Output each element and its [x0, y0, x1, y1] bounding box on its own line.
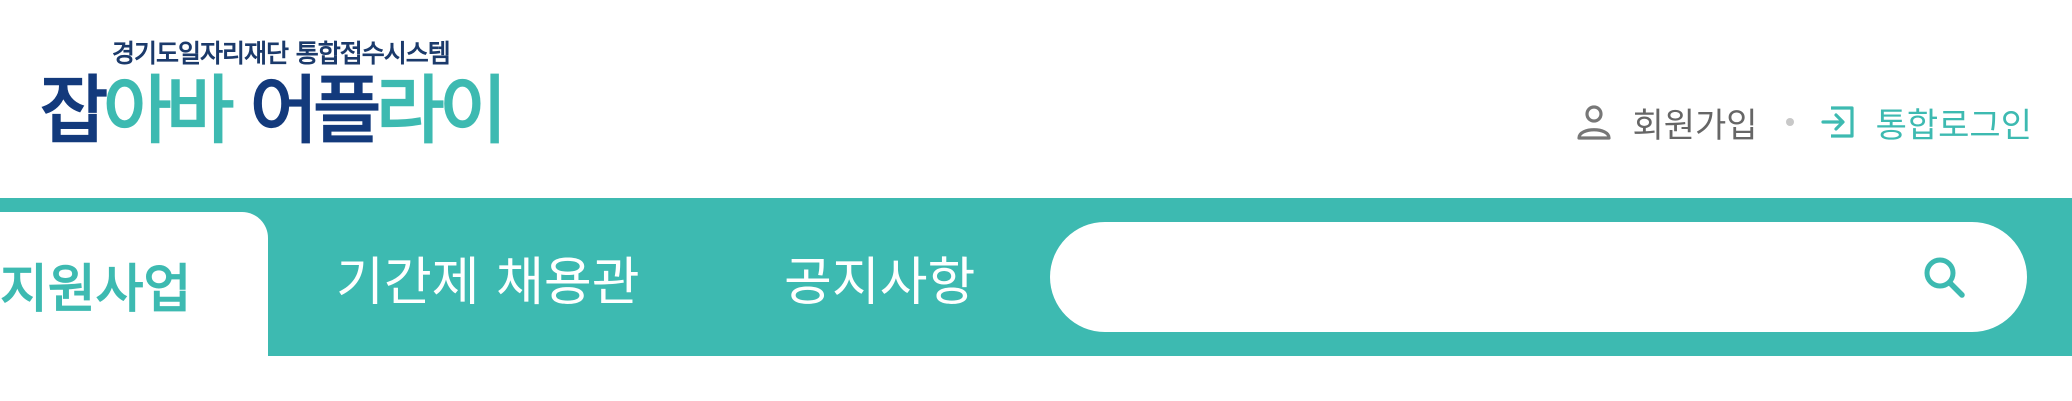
login-label: 통합로그인 — [1875, 105, 2032, 146]
search-button[interactable] — [1919, 252, 1969, 302]
header: 경기도일자리재단 통합접수시스템 잡아바 어플라이 회원가입 통합로그인 — [0, 0, 2072, 198]
logo-part-4: 라이 — [376, 68, 507, 154]
login-icon — [1818, 102, 1858, 142]
utility-menu: 회원가입 통합로그인 — [1574, 94, 2032, 150]
logo-part-1: 잡 — [40, 68, 108, 154]
tab-notices[interactable]: 공지사항 — [784, 198, 975, 356]
search-bar — [1050, 222, 2027, 332]
user-icon — [1574, 102, 1614, 142]
logo-title: 잡아바 어플라이 — [40, 74, 507, 148]
join-label: 회원가입 — [1632, 105, 1758, 146]
tab-support-projects[interactable]: 지원사업 — [0, 212, 268, 356]
separator-dot — [1785, 118, 1794, 126]
join-link[interactable]: 회원가입 — [1574, 98, 1758, 147]
search-input[interactable] — [1090, 242, 1914, 314]
tab-fixed-term-jobs[interactable]: 기간제 채용관 — [336, 198, 640, 356]
logo-subtitle: 경기도일자리재단 통합접수시스템 — [112, 39, 451, 68]
logo-part-3: 어플 — [250, 68, 381, 154]
logo-part-2: 아바 — [103, 68, 234, 154]
search-icon — [1924, 257, 1965, 298]
login-link[interactable]: 통합로그인 — [1818, 98, 2032, 147]
